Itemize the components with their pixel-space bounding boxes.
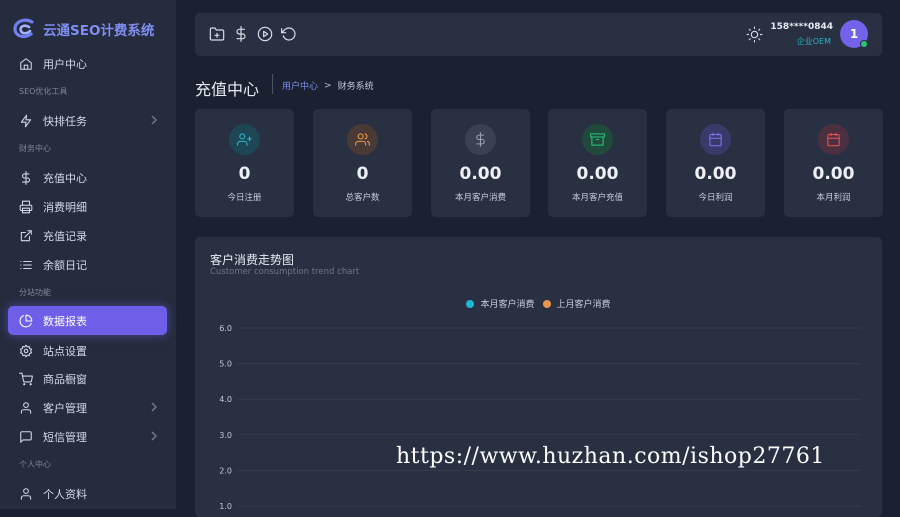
page-title: 充值中心	[195, 80, 260, 99]
brand[interactable]: 云通SEO计费系统	[12, 17, 154, 41]
stat-card-month-consumption: 0.00 本月客户消费	[431, 109, 530, 217]
home-icon	[18, 56, 34, 72]
breadcrumb-link[interactable]: 用户中心	[282, 79, 318, 92]
sidebar-item-label: 商品橱窗	[43, 372, 87, 386]
stat-card-today-profit: 0.00 今日利润	[666, 109, 765, 217]
topbar: 158****0844 企业OEM 1	[195, 13, 882, 56]
sidebar-item-label: 快排任务	[43, 114, 87, 128]
y-tick-label: 5.0	[219, 360, 232, 369]
cart-icon	[18, 371, 34, 387]
user-icon	[18, 486, 34, 502]
sidebar-item-label: 充值记录	[43, 229, 87, 243]
watermark: https://www.huzhan.com/ishop27761	[396, 444, 825, 469]
brand-name: 云通SEO计费系统	[43, 23, 155, 39]
stat-label: 本月客户充值	[571, 193, 623, 203]
sidebar-item-customer-management[interactable]: 客户管理	[8, 393, 167, 422]
stat-value: 0	[356, 164, 369, 184]
sidebar-item-label: 用户中心	[43, 57, 87, 71]
y-tick-label: 1.0	[219, 502, 232, 509]
gear-icon	[18, 343, 34, 359]
sidebar-item-product-showcase[interactable]: 商品橱窗	[8, 364, 167, 393]
sidebar-item-recharge-record[interactable]: 充值记录	[8, 221, 167, 250]
sun-icon[interactable]	[746, 26, 763, 43]
stat-value: 0.00	[576, 164, 619, 184]
calendar-icon	[700, 124, 731, 155]
y-tick-label: 6.0	[219, 324, 232, 333]
chevron-right-icon	[149, 115, 159, 125]
sidebar-section-title: 分站功能	[19, 288, 51, 297]
user-role: 企业OEM	[796, 37, 831, 46]
sidebar-item-quick-rank[interactable]: 快排任务	[8, 106, 167, 135]
sidebar-item-data-report[interactable]: 数据报表	[8, 306, 167, 335]
folder-plus-icon[interactable]	[209, 26, 226, 43]
printer-icon	[18, 199, 34, 215]
users-icon	[347, 124, 378, 155]
dollar-icon	[18, 170, 34, 186]
stat-card-month-recharge: 0.00 本月客户充值	[548, 109, 647, 217]
external-link-icon	[18, 228, 34, 244]
sidebar-item-sms-management[interactable]: 短信管理	[8, 422, 167, 451]
stat-label: 本月客户消费	[454, 193, 506, 203]
y-tick-label: 4.0	[219, 395, 232, 404]
user-name[interactable]: 158****0844	[769, 22, 833, 32]
stat-label: 本月利润	[816, 193, 851, 203]
sidebar-section-title: 个人中心	[19, 460, 51, 469]
user-plus-icon	[229, 124, 260, 155]
consumption-trend-chart-card: 客户消费走势图 Customer consumption trend chart…	[195, 237, 882, 517]
sidebar-item-label: 个人资料	[43, 487, 87, 501]
stat-label: 今日利润	[698, 193, 733, 203]
sidebar-item-recharge-center[interactable]: 充值中心	[8, 163, 167, 192]
user-icon	[18, 400, 34, 416]
breadcrumb-current: 财务系统	[337, 82, 374, 92]
stat-value: 0	[238, 164, 251, 184]
sidebar-item-label: 数据报表	[43, 314, 87, 328]
pie-chart-icon	[18, 313, 34, 329]
y-tick-label: 3.0	[219, 431, 232, 440]
message-icon	[18, 429, 34, 445]
sidebar-item-site-settings[interactable]: 站点设置	[8, 336, 167, 365]
sidebar-item-label: 消费明细	[43, 200, 87, 214]
sidebar-item-label: 客户管理	[43, 401, 87, 415]
sidebar-item-balance-log[interactable]: 余额日记	[8, 250, 167, 279]
dollar-icon[interactable]	[233, 26, 250, 43]
sidebar-section-title: SEO优化工具	[19, 87, 68, 96]
sidebar: 云通SEO计费系统 用户中心 SEO优化工具 快排任务 财务中心 充值中心 消费…	[0, 0, 177, 509]
chevron-right-icon	[149, 402, 159, 412]
stat-card-today-registrations: 0 今日注册	[195, 109, 294, 217]
archive-icon	[582, 124, 613, 155]
refresh-icon[interactable]	[281, 26, 298, 43]
stat-value: 0.00	[459, 164, 502, 184]
sidebar-item-user-center[interactable]: 用户中心	[8, 49, 167, 78]
breadcrumb-separator: >	[324, 80, 332, 91]
stat-label: 总客户数	[345, 193, 380, 203]
sidebar-item-label: 站点设置	[43, 344, 87, 358]
online-status-dot	[860, 40, 868, 48]
stat-card-month-profit: 0.00 本月利润	[784, 109, 883, 217]
brand-logo-icon	[13, 18, 34, 39]
play-circle-icon[interactable]	[257, 26, 274, 43]
breadcrumb-divider	[272, 74, 273, 94]
lightning-icon	[18, 113, 34, 129]
sidebar-item-consumption-detail[interactable]: 消费明细	[8, 192, 167, 221]
chevron-right-icon	[149, 431, 159, 441]
sidebar-item-label: 短信管理	[43, 430, 87, 444]
list-icon	[18, 257, 34, 273]
sidebar-item-profile[interactable]: 个人资料	[8, 479, 167, 508]
stat-value: 0.00	[694, 164, 737, 184]
sidebar-section-title: 财务中心	[19, 144, 51, 153]
y-tick-label: 2.0	[219, 466, 232, 475]
sidebar-item-label: 充值中心	[43, 171, 87, 185]
dollar-icon	[465, 124, 496, 155]
breadcrumb: 用户中心 > 财务系统	[282, 79, 374, 93]
calendar-icon	[818, 124, 849, 155]
stat-value: 0.00	[812, 164, 855, 184]
sidebar-item-label: 余额日记	[43, 258, 87, 272]
stat-card-total-customers: 0 总客户数	[313, 109, 412, 217]
stat-label: 今日注册	[227, 193, 262, 203]
